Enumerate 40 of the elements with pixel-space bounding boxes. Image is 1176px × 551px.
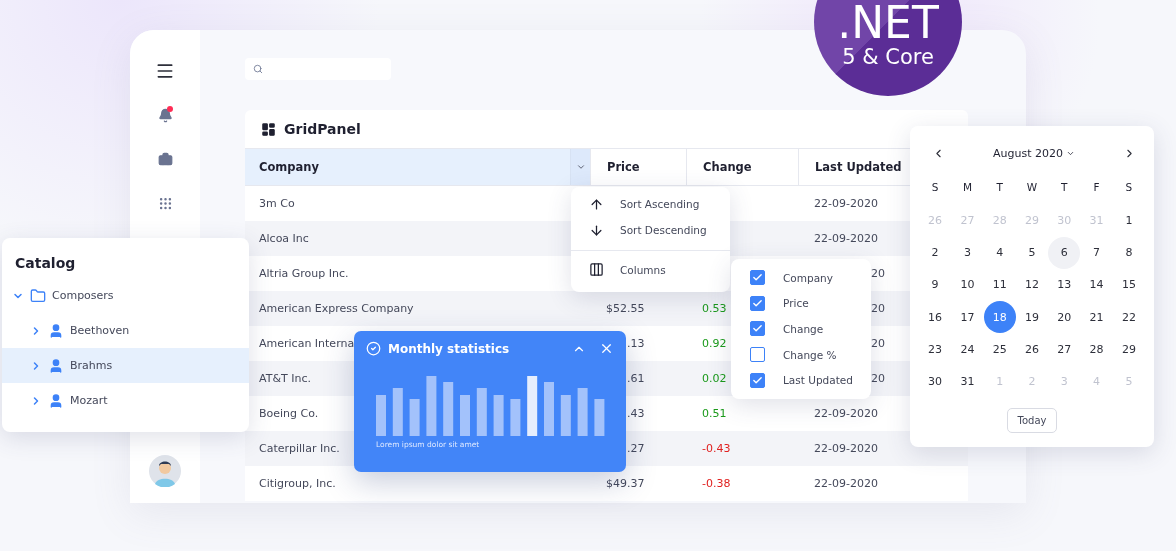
weekday-label: W	[1025, 180, 1039, 196]
table-cell: 20	[871, 267, 885, 280]
logo-subtitle: 5 & Core	[842, 45, 934, 69]
table-cell: AT&T Inc.	[259, 372, 311, 385]
table-cell: 0.92	[702, 337, 727, 350]
table-cell: Caterpillar Inc.	[259, 442, 340, 455]
table-cell: Citigroup, Inc.	[259, 477, 336, 490]
logo-title: .NET	[837, 1, 939, 45]
weekday-label: F	[1092, 180, 1101, 196]
table-cell: .27	[627, 442, 645, 455]
table-cell: 22-09-2020	[814, 407, 878, 420]
table-cell: .43	[627, 407, 645, 420]
table-cell: 3m Co	[259, 197, 295, 210]
table-cell: 22-09-2020	[814, 232, 878, 245]
table-cell: American Interna	[259, 337, 355, 350]
table-cell: -0.43	[702, 442, 731, 455]
weekday-label: T	[995, 180, 1004, 196]
weekday-label: T	[1060, 180, 1069, 196]
table-cell: Boeing Co.	[259, 407, 319, 420]
table-cell: American Express Company	[259, 302, 414, 315]
table-cell: 22-09-2020	[814, 442, 878, 455]
table-cell: 20	[871, 372, 885, 385]
panel-title: Monthly statistics	[388, 341, 511, 356]
table-cell: 0.51	[702, 407, 727, 420]
table-cell: 20	[871, 337, 885, 350]
table-cell: .61	[627, 372, 645, 385]
panel-title: GridPanel	[284, 121, 361, 137]
table-cell: .13	[627, 337, 645, 350]
catalog-title: Catalog	[14, 254, 77, 273]
table-cell: 0.02	[702, 372, 727, 385]
table-cell: 22-09-2020	[814, 477, 878, 490]
table-cell: $49.37	[606, 477, 645, 490]
table-cell: Alcoa Inc	[259, 232, 309, 245]
table-cell: Altria Group Inc.	[259, 267, 349, 280]
weekday-label: S	[1124, 180, 1134, 196]
table-cell: 20	[871, 302, 885, 315]
table-cell: -0.38	[702, 477, 731, 490]
table-cell: 0.53	[702, 302, 727, 315]
table-cell: $52.55	[606, 302, 645, 315]
table-cell: 22-09-2020	[814, 197, 878, 210]
